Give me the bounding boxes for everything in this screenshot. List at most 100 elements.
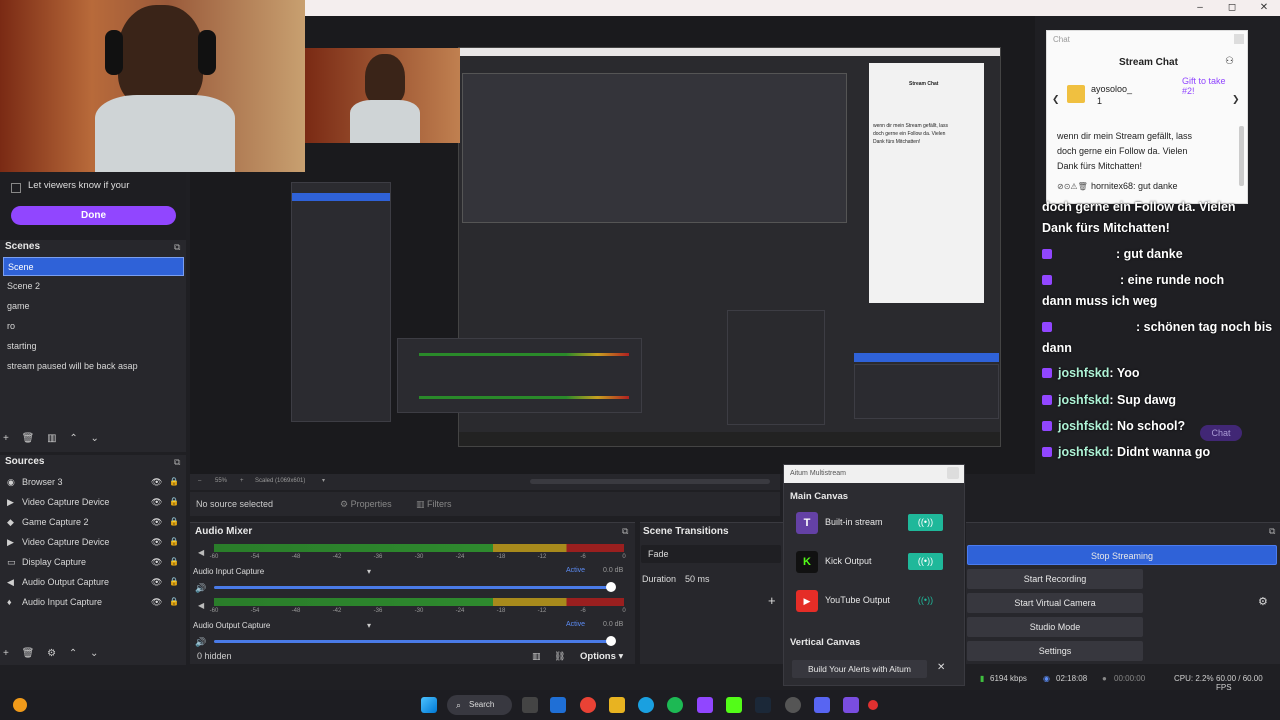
lock-icon[interactable]: 🔒 [169, 533, 179, 551]
up-icon[interactable]: ⌃ [69, 433, 77, 444]
scene-item[interactable]: game [3, 297, 184, 316]
steam-icon[interactable] [755, 697, 771, 713]
lock-icon[interactable]: 🔒 [169, 473, 179, 491]
chevron-down-icon[interactable]: ▾ [367, 567, 371, 576]
source-item[interactable]: ▭ Display Capture 👁 🔒 [3, 553, 184, 571]
delete-icon[interactable]: 🗑 [22, 648, 35, 659]
volume-slider[interactable] [214, 636, 616, 646]
eye-icon[interactable]: 👁 [151, 493, 162, 511]
source-item[interactable]: ◉ Browser 3 👁 🔒 [3, 473, 184, 491]
done-button[interactable]: Done [11, 206, 176, 225]
eye-icon[interactable]: 👁 [151, 473, 162, 491]
app-icon[interactable] [843, 697, 859, 713]
source-item[interactable]: ▶ Video Capture Device 👁 🔒 [3, 493, 184, 511]
output-toggle[interactable]: ((•)) [908, 592, 943, 609]
users-icon[interactable]: ⚇ [1225, 56, 1234, 67]
folder-icon[interactable] [609, 697, 625, 713]
eye-icon[interactable]: 👁 [151, 593, 162, 611]
layout-icon[interactable]: ▥ [532, 651, 541, 662]
horizontal-scrollbar[interactable] [530, 479, 770, 484]
scene-item[interactable]: ro [3, 317, 184, 336]
lock-icon[interactable]: 🔒 [169, 553, 179, 571]
delete-icon[interactable]: 🗑 [22, 433, 35, 444]
build-alerts-button[interactable]: Build Your Alerts with Aitum [792, 660, 927, 678]
scene-item[interactable]: stream paused will be back asap [3, 357, 184, 376]
dock-icon[interactable]: ⧉ [1269, 526, 1275, 537]
down-icon[interactable]: ⌄ [90, 648, 98, 659]
chat-scrollbar[interactable] [1239, 126, 1244, 186]
lock-icon[interactable]: 🔒 [169, 593, 179, 611]
volume-icon[interactable]: 🔊 [195, 583, 206, 594]
stop-streaming-button[interactable]: Stop Streaming [967, 545, 1277, 565]
volume-slider[interactable] [214, 582, 616, 592]
chat-button[interactable]: Chat [1200, 425, 1242, 441]
obs-icon[interactable] [785, 697, 801, 713]
options-button[interactable]: Options ▾ [580, 651, 623, 662]
add-icon[interactable]: + [3, 648, 9, 659]
eye-icon[interactable]: 👁 [151, 533, 162, 551]
minimize-icon[interactable]: – [1184, 0, 1216, 16]
scene-item[interactable]: Scene 2 [3, 277, 184, 296]
start-virtual-camera-button[interactable]: Start Virtual Camera [967, 593, 1143, 613]
volume-icon[interactable]: 🔊 [195, 637, 206, 648]
lock-icon[interactable]: 🔒 [169, 513, 179, 531]
filter-icon[interactable]: ▥ [47, 433, 56, 444]
chevron-down-icon[interactable]: ▾ [322, 477, 325, 484]
dock-icon[interactable]: ⧉ [174, 457, 180, 468]
eye-icon[interactable]: 👁 [151, 553, 162, 571]
studio-mode-button[interactable]: Studio Mode [967, 617, 1143, 637]
output-toggle[interactable]: ((•)) [908, 553, 943, 570]
twitch-icon[interactable] [697, 697, 713, 713]
chevron-down-icon[interactable]: ▾ [367, 621, 371, 630]
dock-icon[interactable]: ⧉ [174, 242, 180, 253]
close-icon[interactable] [947, 467, 959, 479]
chrome-icon[interactable] [580, 697, 596, 713]
gear-icon[interactable]: ⚙ [47, 648, 56, 659]
status-bar: ▮ 6194 kbps ◉ 02:18:08 ● 00:00:00 CPU: 2… [966, 670, 1280, 692]
close-icon[interactable]: ✕ [1248, 0, 1280, 16]
output-toggle[interactable]: ((•)) [908, 514, 943, 531]
transition-select[interactable]: Fade [641, 545, 781, 563]
down-icon[interactable]: ⌄ [91, 433, 99, 444]
duration-input[interactable]: 50 ms [685, 574, 710, 584]
close-icon[interactable] [1234, 34, 1244, 44]
discord-icon[interactable] [814, 697, 830, 713]
source-item[interactable]: ▶ Video Capture Device 👁 🔒 [3, 533, 184, 551]
properties-button[interactable]: ⚙ Properties [340, 499, 392, 510]
windows-start-icon[interactable] [421, 697, 437, 713]
source-item[interactable]: ◀ Audio Output Capture 👁 🔒 [3, 573, 184, 591]
settings-button[interactable]: Settings [967, 641, 1143, 661]
close-icon[interactable]: ✕ [937, 662, 945, 673]
scene-item[interactable]: Scene [3, 257, 184, 276]
scale-tick: -30 [414, 554, 424, 560]
eye-icon[interactable]: 👁 [151, 573, 162, 591]
source-item[interactable]: ◆ Game Capture 2 👁 🔒 [3, 513, 184, 531]
record-icon[interactable] [868, 700, 878, 710]
store-icon[interactable] [550, 697, 566, 713]
chevron-left-icon[interactable]: ❮ [1052, 94, 1060, 105]
eye-icon[interactable]: 👁 [151, 513, 162, 531]
maximize-icon[interactable]: ◻ [1216, 0, 1248, 16]
scene-item[interactable]: starting [3, 337, 184, 356]
dock-icon[interactable]: ⧉ [622, 526, 628, 537]
spotify-icon[interactable] [667, 697, 683, 713]
task-view-icon[interactable] [522, 697, 538, 713]
add-icon[interactable]: + [3, 433, 9, 444]
kick-icon[interactable] [726, 697, 742, 713]
lock-icon[interactable]: 🔒 [169, 573, 179, 591]
filters-button[interactable]: ▥ Filters [416, 499, 452, 510]
edge-icon[interactable] [638, 697, 654, 713]
source-item[interactable]: ♦ Audio Input Capture 👁 🔒 [3, 593, 184, 611]
slider-handle[interactable] [606, 636, 616, 646]
lock-icon[interactable]: 🔒 [169, 493, 179, 511]
link-icon[interactable]: ⛓ [554, 651, 565, 662]
checkbox[interactable] [11, 183, 21, 193]
up-icon[interactable]: ⌃ [69, 648, 77, 659]
gear-icon[interactable]: ⚙ [1258, 595, 1268, 608]
start-recording-button[interactable]: Start Recording [967, 569, 1143, 589]
weather-icon[interactable] [13, 698, 27, 712]
output-row: T Built-in stream ((•)) [796, 508, 956, 538]
slider-handle[interactable] [606, 582, 616, 592]
chevron-right-icon[interactable]: ❯ [1232, 94, 1240, 105]
add-icon[interactable]: + [768, 593, 776, 608]
